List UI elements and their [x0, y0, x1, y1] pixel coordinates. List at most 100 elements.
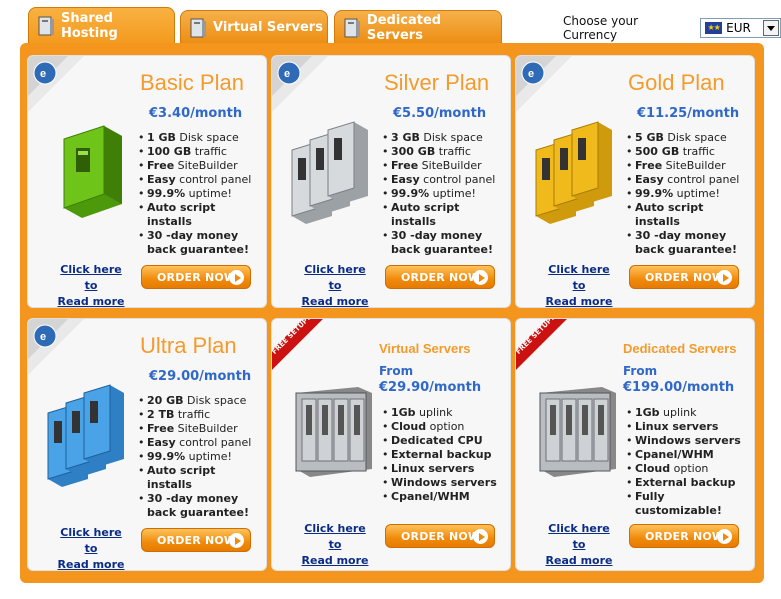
feature-item: Free SiteBuilder: [138, 422, 263, 436]
feature-list: 1Gb uplinkLinux serversWindows serversCp…: [626, 406, 751, 518]
plan-title: Ultra Plan: [140, 333, 237, 358]
feature-item: Easy control panel: [138, 173, 263, 187]
feature-item: Linux servers: [626, 420, 751, 434]
feature-item: Auto script installs: [138, 201, 263, 229]
feature-item: 1 GB Disk space: [138, 131, 263, 145]
feature-item: 30 -day money back guarantee!: [382, 229, 507, 257]
currency-select[interactable]: ★★ EUR: [700, 18, 781, 38]
order-now-button[interactable]: ORDER NOW: [141, 265, 251, 289]
feature-item: External backup: [382, 448, 507, 462]
server-illustration-icon: [47, 384, 124, 487]
read-more-link[interactable]: Read more: [300, 553, 370, 569]
feature-item: Easy control panel: [626, 173, 751, 187]
feature-item: Cpanel/WHM: [382, 490, 507, 504]
feature-item: 1Gb uplink: [626, 406, 751, 420]
feature-item: 99.9% uptime!: [138, 450, 263, 464]
feature-item: 3 GB Disk space: [382, 131, 507, 145]
feature-item: Cloud option: [382, 420, 507, 434]
tab-label: Shared Hosting: [60, 11, 118, 41]
order-now-button[interactable]: ORDER NOW: [629, 265, 739, 289]
cpanel-logo-icon: e: [28, 56, 84, 112]
feature-item: Auto script installs: [138, 464, 263, 492]
plan-title: Virtual Servers: [379, 341, 471, 356]
feature-item: Windows servers: [626, 434, 751, 448]
feature-item: Fully customizable!: [626, 490, 751, 518]
order-now-label: ORDER NOW: [645, 529, 725, 543]
plan-title: Basic Plan: [140, 70, 244, 95]
feature-item: Free SiteBuilder: [382, 159, 507, 173]
feature-item: Linux servers: [382, 462, 507, 476]
plan-price: €29.00/month: [149, 369, 252, 384]
plan-price: €29.90/month: [379, 380, 482, 395]
feature-item: 99.9% uptime!: [626, 187, 751, 201]
chevron-down-icon[interactable]: [763, 20, 779, 36]
server-illustration-icon: [63, 125, 122, 218]
click-here-link[interactable]: Click here to: [300, 262, 370, 294]
svg-text:e: e: [40, 68, 46, 80]
plan-card: e Silver Plan€5.50/month3 GB Disk space3…: [271, 55, 511, 308]
server-illustration-icon: [535, 121, 612, 224]
feature-item: 100 GB traffic: [138, 145, 263, 159]
tab-label: Dedicated Servers: [366, 12, 442, 43]
order-now-button[interactable]: ORDER NOW: [141, 528, 251, 552]
server-illustration-icon: [291, 121, 368, 224]
feature-list: 1 GB Disk space100 GB trafficFree SiteBu…: [138, 131, 263, 257]
feature-item: 300 GB traffic: [382, 145, 507, 159]
feature-item: Free SiteBuilder: [138, 159, 263, 173]
play-arrow-icon: [717, 529, 732, 544]
plans-panel: e Basic Plan €3.40/month 1 GB Disk space10…: [20, 43, 764, 583]
play-arrow-icon: [229, 533, 244, 548]
feature-item: Cpanel/WHM: [626, 448, 751, 462]
click-here-link[interactable]: Click here to: [300, 521, 370, 553]
read-more-link[interactable]: Read more: [56, 294, 126, 307]
feature-item: 30 -day money back guarantee!: [626, 229, 751, 257]
feature-item: 99.9% uptime!: [138, 187, 263, 201]
free-setup-ribbon: FREE SETUP!: [516, 319, 572, 372]
server-icon: [190, 18, 206, 37]
feature-item: 5 GB Disk space: [626, 131, 751, 145]
plan-price: €3.40/month: [149, 106, 243, 121]
feature-list: 1Gb uplinkCloud optionDedicated CPUExter…: [382, 406, 507, 504]
click-here-link[interactable]: Click here to: [544, 521, 614, 553]
svg-text:e: e: [528, 68, 534, 80]
server-icon: [38, 16, 54, 36]
read-more-link-group: Click here to Read more: [544, 262, 614, 307]
order-now-label: ORDER NOW: [157, 270, 237, 284]
read-more-link[interactable]: Read more: [56, 557, 126, 570]
feature-item: Auto script installs: [382, 201, 507, 229]
plan-card: e Basic Plan €3.40/month 1 GB Disk space10…: [27, 55, 267, 308]
plan-title: Gold Plan: [628, 70, 725, 95]
plan-card: FREE SETUP! Dedicated Servers From €199.00…: [515, 318, 755, 571]
read-more-link[interactable]: Read more: [544, 553, 614, 569]
feature-item: 1Gb uplink: [382, 406, 507, 420]
cpanel-logo-icon: e: [516, 56, 572, 112]
click-here-link[interactable]: Click here to: [56, 525, 126, 557]
feature-item: Cloud option: [626, 462, 751, 476]
order-now-label: ORDER NOW: [401, 270, 481, 284]
feature-list: 20 GB Disk space2 TB trafficFree SiteBui…: [138, 394, 263, 520]
read-more-link[interactable]: Read more: [544, 294, 614, 307]
plan-price: €5.50/month: [393, 106, 487, 121]
feature-item: 30 -day money back guarantee!: [138, 229, 263, 257]
read-more-link-group: Click here to Read more: [300, 521, 370, 569]
order-now-button[interactable]: ORDER NOW: [385, 265, 495, 289]
svg-text:e: e: [284, 68, 290, 80]
plan-card: FREE SETUP! Virtual Servers From €29.90/mo…: [271, 318, 511, 571]
feature-item: 20 GB Disk space: [138, 394, 263, 408]
price-from-label: From: [623, 364, 658, 378]
tab-dedicated-servers[interactable]: Dedicated Servers: [334, 10, 502, 44]
tab-shared-hosting[interactable]: Shared Hosting: [28, 7, 175, 44]
click-here-link[interactable]: Click here to: [56, 262, 126, 294]
plan-card: e Ultra Plan €29.00/month 20 GB Disk space…: [27, 318, 267, 571]
click-here-link[interactable]: Click here to: [544, 262, 614, 294]
read-more-link-group: Click here to Read more: [56, 525, 126, 570]
order-now-button[interactable]: ORDER NOW: [385, 524, 495, 548]
feature-item: 99.9% uptime!: [382, 187, 507, 201]
order-now-button[interactable]: ORDER NOW: [629, 524, 739, 548]
svg-text:e: e: [40, 331, 46, 343]
tab-virtual-servers[interactable]: Virtual Servers: [180, 10, 328, 44]
play-arrow-icon: [229, 270, 244, 285]
play-arrow-icon: [717, 270, 732, 285]
plan-title: Dedicated Servers: [623, 341, 737, 356]
read-more-link[interactable]: Read more: [300, 294, 370, 307]
